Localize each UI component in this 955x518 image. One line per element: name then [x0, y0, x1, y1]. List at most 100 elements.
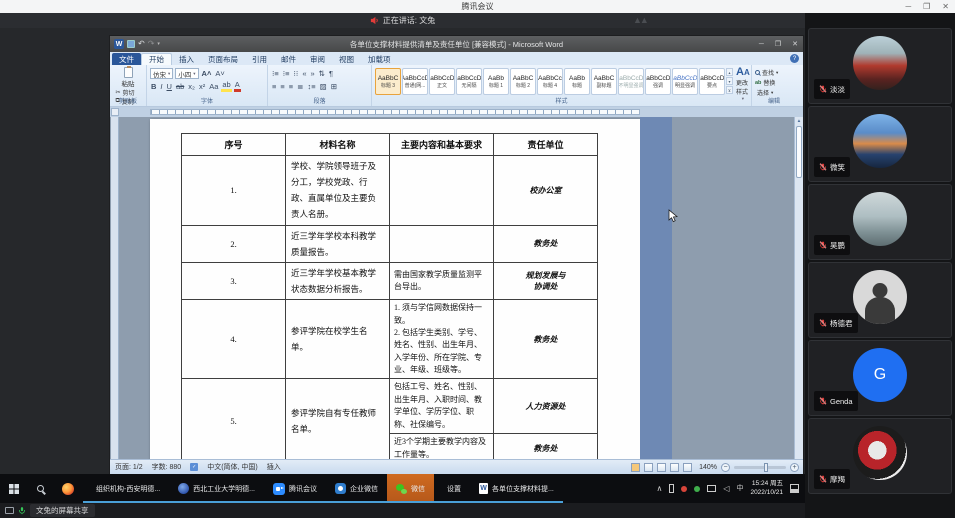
- zoom-slider-thumb[interactable]: [764, 463, 768, 472]
- language-indicator[interactable]: 中文(简体, 中国): [207, 462, 258, 472]
- tray-ime-icon[interactable]: 中: [736, 485, 743, 492]
- style-item-标题[interactable]: AaBb标题: [564, 68, 590, 95]
- style-item-不明显强调[interactable]: AaBbCcDd不明显强调: [618, 68, 644, 95]
- tray-security-icon[interactable]: [681, 486, 687, 492]
- bullets-icon[interactable]: ⁝≡: [271, 70, 280, 78]
- align-left-icon[interactable]: ≡: [271, 83, 277, 91]
- style-item-要点[interactable]: AaBbCcDd要点: [699, 68, 725, 95]
- italic-icon[interactable]: I: [159, 83, 163, 91]
- editing-item-查找[interactable]: 查找▾: [755, 68, 793, 77]
- align-right-icon[interactable]: ≡: [288, 83, 294, 91]
- taskbar-start[interactable]: [0, 474, 28, 503]
- word-titlebar[interactable]: W ↶ ↷ ▾ 各单位支撑材料提供清单及责任单位 [兼容模式] - Micros…: [110, 36, 803, 52]
- taskbar-wechat[interactable]: 微信: [387, 474, 434, 503]
- insert-mode[interactable]: 插入: [267, 462, 281, 472]
- tab-加载项[interactable]: 加载项: [361, 53, 398, 65]
- text-highlight-icon[interactable]: ab: [221, 81, 231, 92]
- save-icon[interactable]: [127, 40, 135, 48]
- participant-tile-杨德君[interactable]: 杨德君: [808, 262, 952, 338]
- font-size-select[interactable]: 小四▾: [175, 68, 198, 79]
- subscript-icon[interactable]: x₂: [187, 83, 196, 91]
- maximize-icon[interactable]: ❐: [923, 2, 930, 11]
- taskbar-ie-site[interactable]: 组织机构-西安明德...: [83, 474, 169, 503]
- document-page[interactable]: 序号材料名称主要内容和基本要求责任单位 1.学校、学院领导班子及分工，学校党政、…: [150, 119, 640, 459]
- style-item-标题 2[interactable]: AaBbC标题 2: [510, 68, 536, 95]
- strikethrough-icon[interactable]: ab: [175, 83, 185, 91]
- fullscreen-view-icon[interactable]: [644, 463, 653, 472]
- multilevel-list-icon[interactable]: ⁝⁝: [293, 70, 300, 78]
- tab-页面布局[interactable]: 页面布局: [201, 53, 245, 65]
- scrollbar-thumb[interactable]: [796, 126, 802, 178]
- editing-item-替换[interactable]: ab替换: [755, 78, 793, 87]
- borders-icon[interactable]: ⊞: [330, 83, 338, 91]
- taskbar-npu-site[interactable]: 西北工业大学明德...: [169, 474, 264, 503]
- gallery-down-icon[interactable]: ▾: [726, 77, 733, 85]
- word-minimize-icon[interactable]: ─: [759, 41, 764, 48]
- sort-icon[interactable]: ⇅: [318, 70, 326, 78]
- superscript-icon[interactable]: x²: [198, 83, 206, 91]
- underline-icon[interactable]: U: [166, 83, 173, 91]
- zoom-slider[interactable]: [734, 466, 786, 469]
- tab-插入[interactable]: 插入: [172, 53, 201, 65]
- participant-tile-Genda[interactable]: GGenda: [808, 340, 952, 416]
- style-item-标题 1[interactable]: AaBb标题 1: [483, 68, 509, 95]
- print-layout-view-icon[interactable]: [631, 463, 640, 472]
- font-name-select[interactable]: 仿宋▾: [150, 68, 173, 79]
- draft-view-icon[interactable]: [683, 463, 692, 472]
- help-icon[interactable]: ?: [790, 54, 799, 63]
- taskbar-search[interactable]: [28, 474, 53, 503]
- participant-tile-淡淡[interactable]: 淡淡: [808, 28, 952, 104]
- gallery-more-icon[interactable]: ⊻: [726, 86, 733, 94]
- outline-view-icon[interactable]: [670, 463, 679, 472]
- minimize-icon[interactable]: ─: [905, 2, 911, 11]
- proofing-icon[interactable]: ✓: [190, 463, 198, 471]
- tab-审阅[interactable]: 审阅: [303, 53, 332, 65]
- font-color-icon[interactable]: A: [234, 81, 241, 92]
- page-indicator[interactable]: 页面: 1/2: [115, 462, 143, 472]
- numbering-icon[interactable]: ⁝≡: [282, 70, 291, 78]
- taskbar-wecom[interactable]: 企业微信: [326, 474, 387, 503]
- tab-引用[interactable]: 引用: [245, 53, 274, 65]
- style-item-普通(网...[interactable]: AaBbCcD普通(网...: [402, 68, 428, 95]
- close-icon[interactable]: ✕: [942, 2, 949, 11]
- taskbar-settings[interactable]: 设置: [434, 474, 470, 503]
- gallery-up-icon[interactable]: ▴: [726, 68, 733, 76]
- taskbar-firefox[interactable]: [53, 474, 83, 503]
- bold-icon[interactable]: B: [150, 83, 157, 91]
- tray-app-icon[interactable]: [694, 486, 700, 492]
- scroll-up-icon[interactable]: ▲: [795, 117, 803, 125]
- action-center-icon[interactable]: [790, 484, 799, 493]
- horizontal-ruler[interactable]: [110, 107, 803, 117]
- tray-display-icon[interactable]: [707, 485, 716, 492]
- shading-icon[interactable]: ▨: [319, 83, 328, 91]
- share-banner-badge[interactable]: 文兔的屏幕共享: [30, 504, 95, 517]
- grow-font-icon[interactable]: A˄: [201, 70, 213, 78]
- document-area[interactable]: 序号材料名称主要内容和基本要求责任单位 1.学校、学院领导班子及分工，学校党政、…: [110, 117, 803, 459]
- tray-chevron-up-icon[interactable]: ∧: [656, 485, 662, 493]
- tab-视图[interactable]: 视图: [332, 53, 361, 65]
- tray-clock[interactable]: 15:24 周五 2022/10/21: [750, 480, 783, 497]
- tab-开始[interactable]: 开始: [141, 53, 172, 65]
- participant-tile-摩羯[interactable]: 摩羯: [808, 418, 952, 494]
- style-item-副标题[interactable]: AaBbC副标题: [591, 68, 617, 95]
- style-item-强调[interactable]: AaBbCcDd强调: [645, 68, 671, 95]
- tray-phone-icon[interactable]: [669, 484, 674, 493]
- zoom-level[interactable]: 140%: [699, 464, 717, 471]
- word-maximize-icon[interactable]: ❐: [775, 40, 781, 48]
- increase-indent-icon[interactable]: »: [309, 70, 315, 78]
- style-item-标题 4[interactable]: AaBbCc标题 4: [537, 68, 563, 95]
- zoom-in-icon[interactable]: +: [790, 463, 799, 472]
- tab-selector-icon[interactable]: [111, 108, 119, 116]
- web-layout-view-icon[interactable]: [657, 463, 666, 472]
- tab-邮件[interactable]: 邮件: [274, 53, 303, 65]
- undo-icon[interactable]: ↶: [138, 40, 145, 48]
- participant-tile-昊鹏[interactable]: 昊鹏: [808, 184, 952, 260]
- style-item-正文[interactable]: AaBbCcDd正文: [429, 68, 455, 95]
- vertical-scrollbar[interactable]: ▲: [794, 117, 803, 459]
- paste-button[interactable]: 粘贴: [122, 67, 135, 88]
- pilcrow-icon[interactable]: ¶: [328, 70, 334, 78]
- change-case-icon[interactable]: Aa: [208, 83, 219, 91]
- style-item-标题 3[interactable]: AaBbC标题 3: [375, 68, 401, 95]
- tray-volume-icon[interactable]: ◁: [723, 485, 729, 493]
- justify-icon[interactable]: ≣: [296, 83, 304, 91]
